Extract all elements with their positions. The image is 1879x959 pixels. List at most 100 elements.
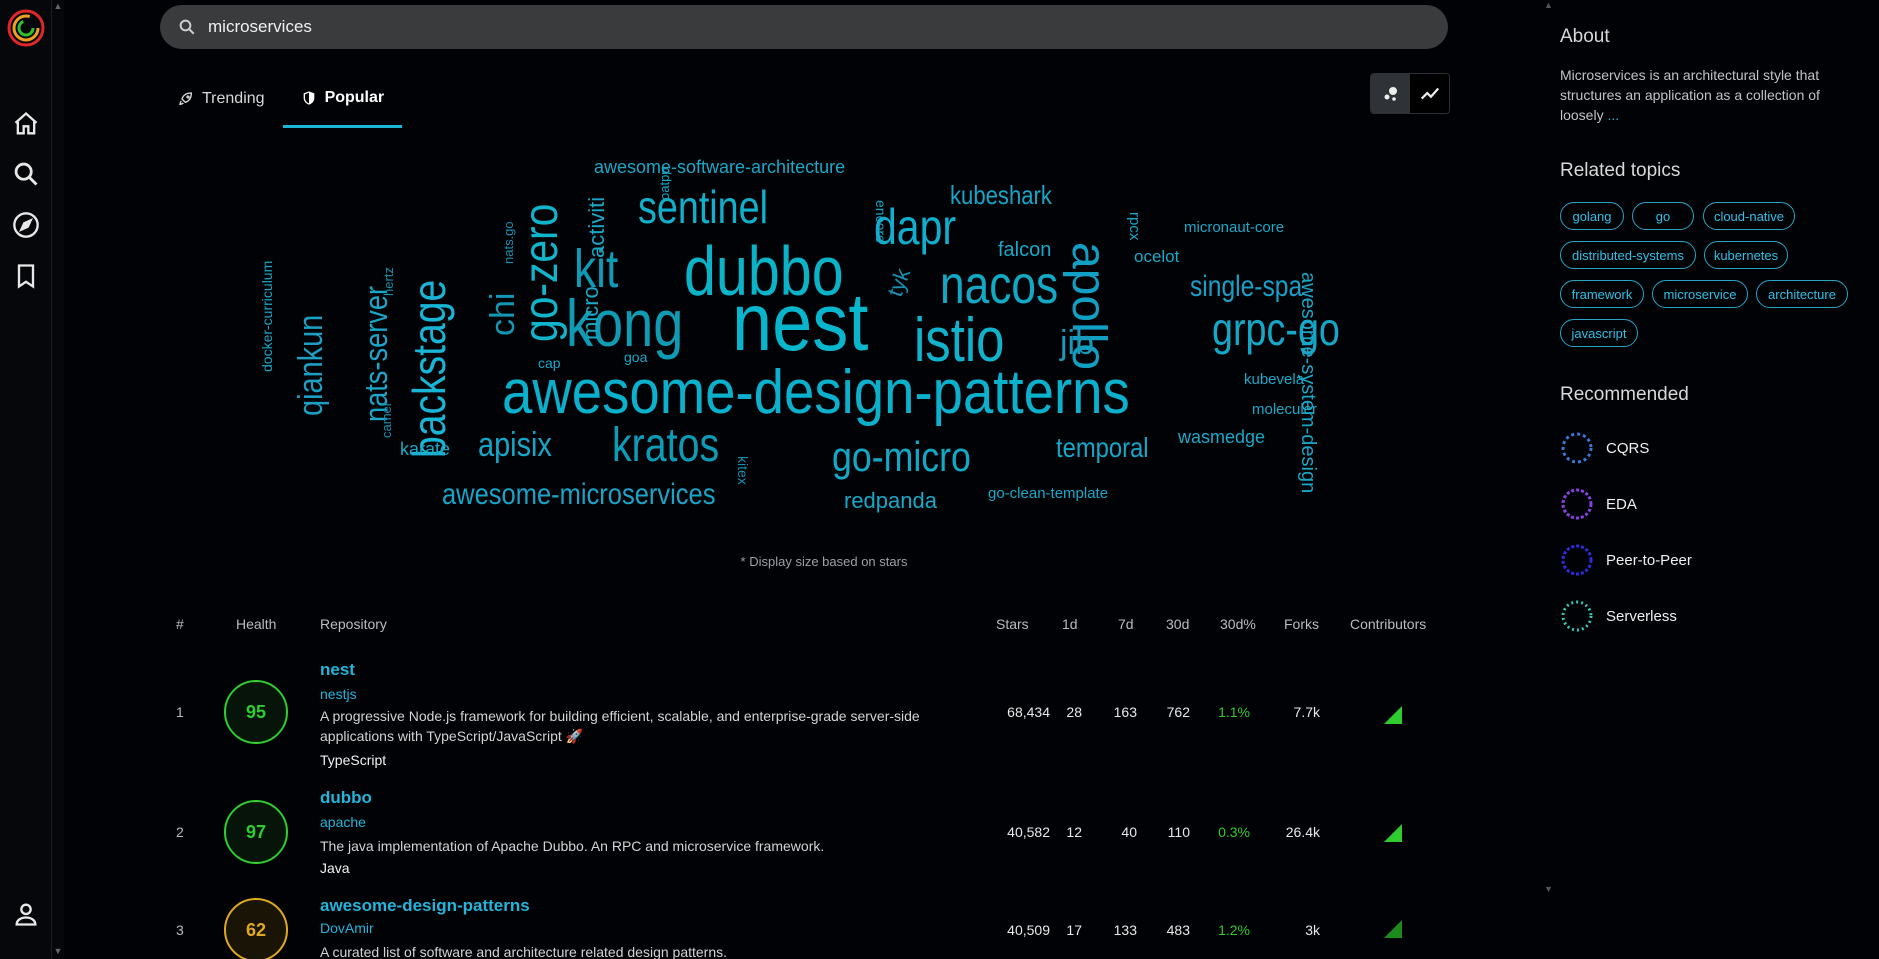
- cloud-word[interactable]: qiankun: [292, 315, 330, 416]
- user-icon: [15, 903, 37, 926]
- cloud-word[interactable]: kubevela: [1244, 372, 1304, 387]
- scroll-down-icon[interactable]: ▼: [1544, 884, 1553, 894]
- row-rank: 1: [176, 704, 184, 720]
- repo-description: A progressive Node.js framework for buil…: [320, 708, 920, 744]
- cloud-word[interactable]: awesome-software-architecture: [594, 158, 845, 176]
- cloud-word[interactable]: single-spa: [1190, 272, 1302, 302]
- d7-value: 133: [1113, 922, 1137, 938]
- scroll-down-icon[interactable]: ▼: [52, 945, 64, 957]
- search-input[interactable]: [208, 17, 1308, 37]
- cloud-word[interactable]: go-micro: [832, 436, 971, 478]
- table-row[interactable]: 2 97 dubbo apache The java implementatio…: [160, 788, 1450, 884]
- cloud-word[interactable]: grpc-go: [1212, 306, 1340, 352]
- topic-chip[interactable]: golang: [1560, 202, 1624, 230]
- cloud-word[interactable]: karate: [400, 440, 450, 458]
- table-row[interactable]: 3 62 awesome-design-patterns DovAmir A c…: [160, 896, 1450, 959]
- cloud-word[interactable]: ocelot: [1134, 248, 1179, 265]
- cloud-word[interactable]: goa: [624, 350, 647, 364]
- left-scrollbar[interactable]: ▲ ▼: [52, 0, 64, 959]
- cloud-word[interactable]: awesome-microservices: [442, 480, 715, 510]
- app-logo[interactable]: [6, 8, 46, 48]
- cloud-word[interactable]: cap: [538, 356, 561, 370]
- bookmarks-button[interactable]: [8, 258, 44, 294]
- topic-chip[interactable]: framework: [1560, 280, 1644, 308]
- cloud-note: * Display size based on stars: [740, 554, 908, 569]
- home-button[interactable]: [8, 106, 44, 142]
- topic-chip[interactable]: microservice: [1652, 280, 1748, 308]
- tab-popular[interactable]: Popular: [282, 70, 403, 128]
- repo-owner-link[interactable]: nestjs: [320, 686, 357, 702]
- topic-chip[interactable]: kubernetes: [1704, 241, 1788, 269]
- topic-chip[interactable]: architecture: [1756, 280, 1848, 308]
- cloud-word[interactable]: awesome-design-patterns: [502, 362, 1130, 424]
- search-nav-button[interactable]: [8, 156, 44, 192]
- topic-chip[interactable]: cloud-native: [1703, 202, 1795, 230]
- explore-button[interactable]: [8, 207, 44, 243]
- topic-chip[interactable]: distributed-systems: [1560, 241, 1696, 269]
- cloud-word[interactable]: backstage: [403, 280, 455, 458]
- cloud-word[interactable]: kratos: [612, 422, 719, 470]
- cloud-word[interactable]: awesome-system-design: [1297, 272, 1319, 493]
- cloud-word[interactable]: encore: [873, 200, 889, 243]
- col-30d-pct[interactable]: 30d%: [1220, 616, 1256, 632]
- scroll-up-icon[interactable]: ▲: [1544, 0, 1553, 10]
- repo-owner-link[interactable]: apache: [320, 814, 366, 830]
- topic-chip[interactable]: go: [1632, 202, 1694, 230]
- tab-trending[interactable]: Trending: [160, 70, 283, 128]
- cloud-word[interactable]: camel: [379, 403, 394, 438]
- cloud-word[interactable]: temporal: [1056, 434, 1149, 462]
- table-row[interactable]: 1 95 nest nestjs A progressive Node.js f…: [160, 658, 1450, 772]
- repo-name-link[interactable]: dubbo: [320, 788, 372, 808]
- cloud-word[interactable]: nats-server: [358, 286, 394, 422]
- recommended-item-cqrs[interactable]: CQRS: [1560, 428, 1860, 468]
- col-1d[interactable]: 1d: [1062, 616, 1078, 632]
- topic-chip[interactable]: javascript: [1560, 319, 1638, 347]
- cloud-word[interactable]: apisix: [478, 428, 552, 462]
- d7-value: 163: [1113, 704, 1137, 720]
- recommended-item-peer-to-peer[interactable]: Peer-to-Peer: [1560, 540, 1860, 580]
- cloud-word[interactable]: kubeshark: [950, 182, 1052, 208]
- rocket-icon: [179, 92, 193, 106]
- cloud-word[interactable]: hertz: [381, 267, 396, 296]
- cloud-word[interactable]: micro: [578, 286, 603, 340]
- col-health: Health: [236, 616, 277, 632]
- col-forks[interactable]: Forks: [1284, 616, 1319, 632]
- col-stars[interactable]: Stars: [996, 616, 1029, 632]
- stars-value: 68,434: [1007, 704, 1050, 720]
- repo-owner-link[interactable]: DovAmir: [320, 920, 374, 936]
- repo-name-link[interactable]: awesome-design-patterns: [320, 896, 530, 916]
- cloud-word[interactable]: docker-curriculum: [259, 261, 275, 372]
- cloud-word[interactable]: activiti: [584, 197, 609, 258]
- cloud-word[interactable]: wasmedge: [1178, 428, 1265, 446]
- cloud-word[interactable]: tyk: [882, 265, 915, 300]
- search-bar[interactable]: [160, 5, 1448, 49]
- cloud-word[interactable]: micronaut-core: [1184, 220, 1284, 235]
- cloud-word[interactable]: nest: [732, 282, 868, 364]
- bookmark-icon: [17, 264, 35, 289]
- about-more-link[interactable]: ...: [1607, 107, 1619, 123]
- scroll-up-icon[interactable]: ▲: [52, 0, 64, 12]
- col-30d[interactable]: 30d: [1166, 616, 1189, 632]
- recommended-item-eda[interactable]: EDA: [1560, 484, 1860, 524]
- pct-value: 0.3%: [1218, 824, 1250, 840]
- cloud-word[interactable]: falcon: [998, 240, 1051, 260]
- cloud-word[interactable]: jib: [1060, 326, 1094, 360]
- repo-name-link[interactable]: nest: [320, 660, 355, 680]
- cloud-word[interactable]: kitex: [735, 456, 751, 485]
- cloud-word[interactable]: rpcx: [1126, 212, 1143, 240]
- col-contributors[interactable]: Contributors: [1350, 616, 1426, 632]
- cloud-word[interactable]: nacos: [940, 258, 1058, 312]
- cloud-word[interactable]: go-zero: [515, 204, 568, 342]
- cloud-word[interactable]: go-clean-template: [988, 486, 1108, 501]
- cloud-word[interactable]: chi: [484, 293, 522, 336]
- bubble-view-button[interactable]: [1371, 74, 1410, 113]
- cloud-word[interactable]: redpanda: [844, 490, 937, 512]
- recommended-item-serverless[interactable]: Serverless: [1560, 596, 1860, 636]
- cloud-word[interactable]: nats.go: [501, 221, 516, 264]
- col-7d[interactable]: 7d: [1118, 616, 1134, 632]
- trend-view-button[interactable]: [1410, 74, 1449, 113]
- profile-button[interactable]: [8, 896, 44, 932]
- bubbles-icon: [1384, 86, 1397, 101]
- cloud-word[interactable]: oatpp: [657, 167, 672, 200]
- main-scrollbar[interactable]: ▲ ▼: [1544, 0, 1556, 959]
